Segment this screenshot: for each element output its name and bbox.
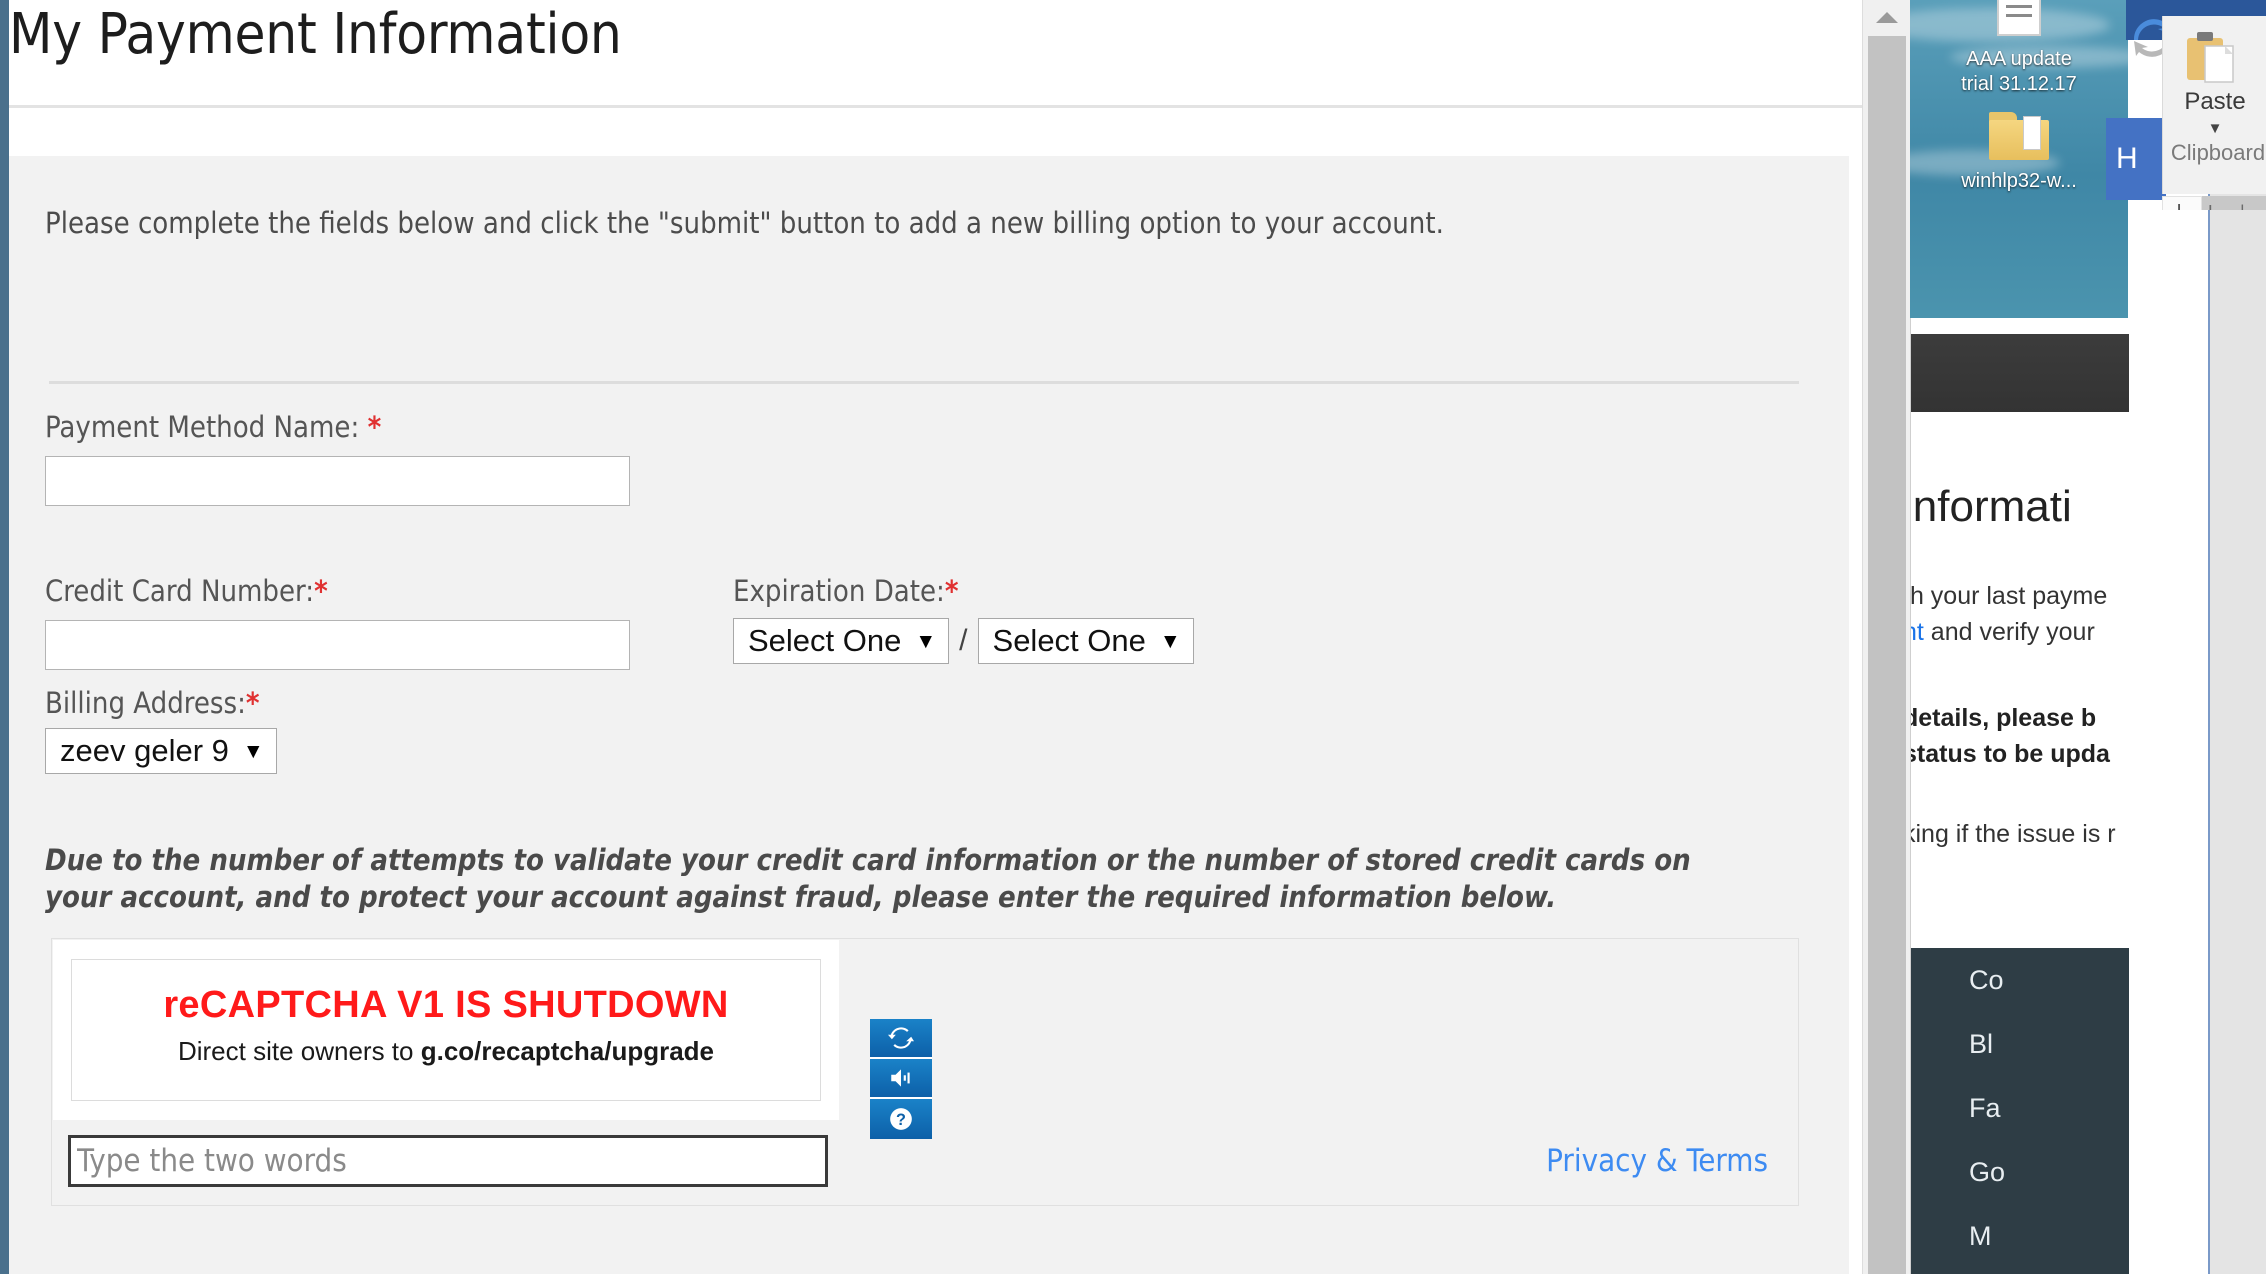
- privacy-terms-link[interactable]: Privacy & Terms: [1546, 1143, 1768, 1179]
- background-browser-window: informati th your last payme nt and veri…: [1910, 318, 2132, 1274]
- paste-icon: [2187, 32, 2234, 83]
- background-footer: Co Bl Fa Go M: [1911, 948, 2129, 1274]
- office-home-tab[interactable]: H: [2106, 118, 2166, 200]
- page-scrollbar[interactable]: [1862, 0, 1910, 1274]
- intro-text: Please complete the fields below and cli…: [45, 206, 1444, 240]
- billing-address-select[interactable]: zeev geler 9 ▼: [45, 728, 277, 774]
- expiration-year-value: Select One: [992, 623, 1146, 658]
- svg-text:?: ?: [896, 1111, 906, 1129]
- refresh-icon[interactable]: [870, 1019, 932, 1059]
- footer-link-2[interactable]: Bl: [1969, 1012, 2129, 1076]
- chevron-down-icon: ▼: [915, 629, 937, 653]
- background-paragraph-bold: details, please b status to be upda: [1910, 700, 2110, 773]
- ruler-mark-2: ·: [2226, 202, 2232, 211]
- recaptcha-upgrade-url: g.co/recaptcha/upgrade: [420, 1036, 715, 1066]
- background-windows: AAA update trial 31.12.17 winhlp32-w... …: [1910, 0, 2266, 1274]
- desktop-icon-label: winhlp32-w...: [1961, 170, 2077, 192]
- help-icon[interactable]: ?: [870, 1099, 932, 1139]
- folder-icon: [1910, 112, 2128, 165]
- credit-card-label: Credit Card Number:*: [45, 574, 630, 608]
- screen-root: My Payment Information Please complete t…: [0, 0, 2266, 1274]
- document-icon: [1910, 0, 2128, 43]
- field-billing-address: Billing Address:* zeev geler 9 ▼: [45, 686, 277, 774]
- audio-icon[interactable]: [870, 1059, 932, 1099]
- field-credit-card: Credit Card Number:*: [45, 574, 630, 670]
- recaptcha-shutdown-subline: Direct site owners to g.co/recaptcha/upg…: [72, 1036, 820, 1067]
- required-asterisk: *: [245, 686, 260, 720]
- credit-card-input[interactable]: [45, 620, 630, 670]
- recaptcha-image-container: reCAPTCHA V1 IS SHUTDOWN Direct site own…: [53, 940, 839, 1120]
- scrollbar-thumb[interactable]: [1868, 36, 1906, 1274]
- background-heading: informati: [1910, 482, 2072, 531]
- desktop-icon-winhlp32[interactable]: winhlp32-w...: [1910, 112, 2128, 194]
- background-nav-bar: [1911, 334, 2129, 412]
- section-divider: [49, 381, 1799, 384]
- required-asterisk: *: [944, 574, 959, 608]
- background-inline-link[interactable]: nt: [1911, 618, 1924, 646]
- background-paragraph-line1-cont: and verify your: [1923, 618, 2095, 647]
- header-spacer: [9, 111, 1862, 156]
- required-asterisk: *: [367, 410, 382, 444]
- expiration-year-select[interactable]: Select One ▼: [977, 618, 1194, 664]
- billing-address-value: zeev geler 9: [60, 733, 229, 768]
- chevron-down-icon[interactable]: ▼: [2163, 120, 2266, 137]
- recaptcha-shutdown-headline: reCAPTCHA V1 IS SHUTDOWN: [163, 984, 729, 1026]
- scroll-up-arrow-icon[interactable]: [1863, 0, 1911, 34]
- footer-link-3[interactable]: Fa: [1969, 1076, 2129, 1140]
- expiration-month-select[interactable]: Select One ▼: [733, 618, 950, 664]
- office-ribbon-clipboard-group: Paste ▼ Clipboard: [2162, 16, 2266, 194]
- required-asterisk: *: [314, 574, 328, 608]
- footer-link-4[interactable]: Go: [1969, 1140, 2129, 1204]
- payment-method-label: Payment Method Name: *: [45, 410, 630, 444]
- payment-form-card: Please complete the fields below and cli…: [9, 156, 1849, 1274]
- recaptcha-subline-prefix: Direct site owners to: [177, 1036, 421, 1066]
- chevron-down-icon: ▼: [1159, 629, 1181, 653]
- left-edge-rail: [0, 0, 9, 1274]
- field-payment-method: Payment Method Name: *: [45, 410, 630, 506]
- tab-stop-icon[interactable]: L: [2162, 196, 2202, 210]
- browser-page: My Payment Information Please complete t…: [0, 0, 1862, 1274]
- page-header: My Payment Information: [9, 0, 1862, 108]
- desktop-wallpaper: AAA update trial 31.12.17 winhlp32-w...: [1910, 0, 2128, 318]
- footer-link-1[interactable]: Co: [1969, 948, 2129, 1012]
- expiration-separator: /: [959, 624, 968, 657]
- desktop-icon-label: AAA update trial 31.12.17: [1961, 48, 2077, 95]
- payment-method-input[interactable]: [45, 456, 630, 506]
- office-ruler: L L · |: [2162, 196, 2266, 210]
- billing-address-label: Billing Address:*: [45, 686, 277, 720]
- footer-link-5[interactable]: M: [1969, 1204, 2129, 1268]
- recaptcha-widget: reCAPTCHA V1 IS SHUTDOWN Direct site own…: [51, 938, 1799, 1206]
- ruler-marks: L · |: [2202, 196, 2266, 210]
- background-paragraph-line1: th your last payme: [1910, 582, 2108, 610]
- page-title: My Payment Information: [9, 2, 622, 67]
- background-paragraph-line2: details, please b: [1910, 704, 2097, 732]
- captcha-answer-input[interactable]: [68, 1135, 828, 1187]
- expiration-month-value: Select One: [748, 623, 902, 658]
- chevron-down-icon: ▼: [242, 739, 264, 763]
- expiration-label: Expiration Date:*: [733, 574, 1194, 608]
- background-paragraph: th your last payme nt and verify your: [1910, 578, 2108, 651]
- field-expiration-date: Expiration Date:* Select One ▼ / Select …: [733, 574, 1194, 664]
- background-paragraph-line3: status to be upda: [1910, 740, 2110, 769]
- desktop-icon-aaa-update[interactable]: AAA update trial 31.12.17: [1910, 0, 2128, 97]
- background-paragraph-line4: king if the issue is r: [1910, 820, 2116, 848]
- fraud-notice-text: Due to the number of attempts to validat…: [45, 843, 1691, 915]
- ruler-mark-3: |: [2240, 202, 2245, 211]
- office-word-window: H Paste ▼ Clipboard L L · |: [2106, 0, 2266, 210]
- expiration-label-text: Expiration Date:: [733, 574, 945, 608]
- ruler-mark-1: L: [2208, 202, 2218, 211]
- recaptcha-controls: ?: [870, 1019, 932, 1139]
- clipboard-group-label: Clipboard: [2170, 140, 2266, 165]
- credit-card-label-text: Credit Card Number:: [45, 574, 315, 608]
- billing-address-label-text: Billing Address:: [45, 686, 246, 720]
- payment-method-label-text: Payment Method Name:: [45, 410, 360, 444]
- paste-label[interactable]: Paste: [2163, 88, 2266, 116]
- recaptcha-challenge-image: reCAPTCHA V1 IS SHUTDOWN Direct site own…: [71, 959, 821, 1101]
